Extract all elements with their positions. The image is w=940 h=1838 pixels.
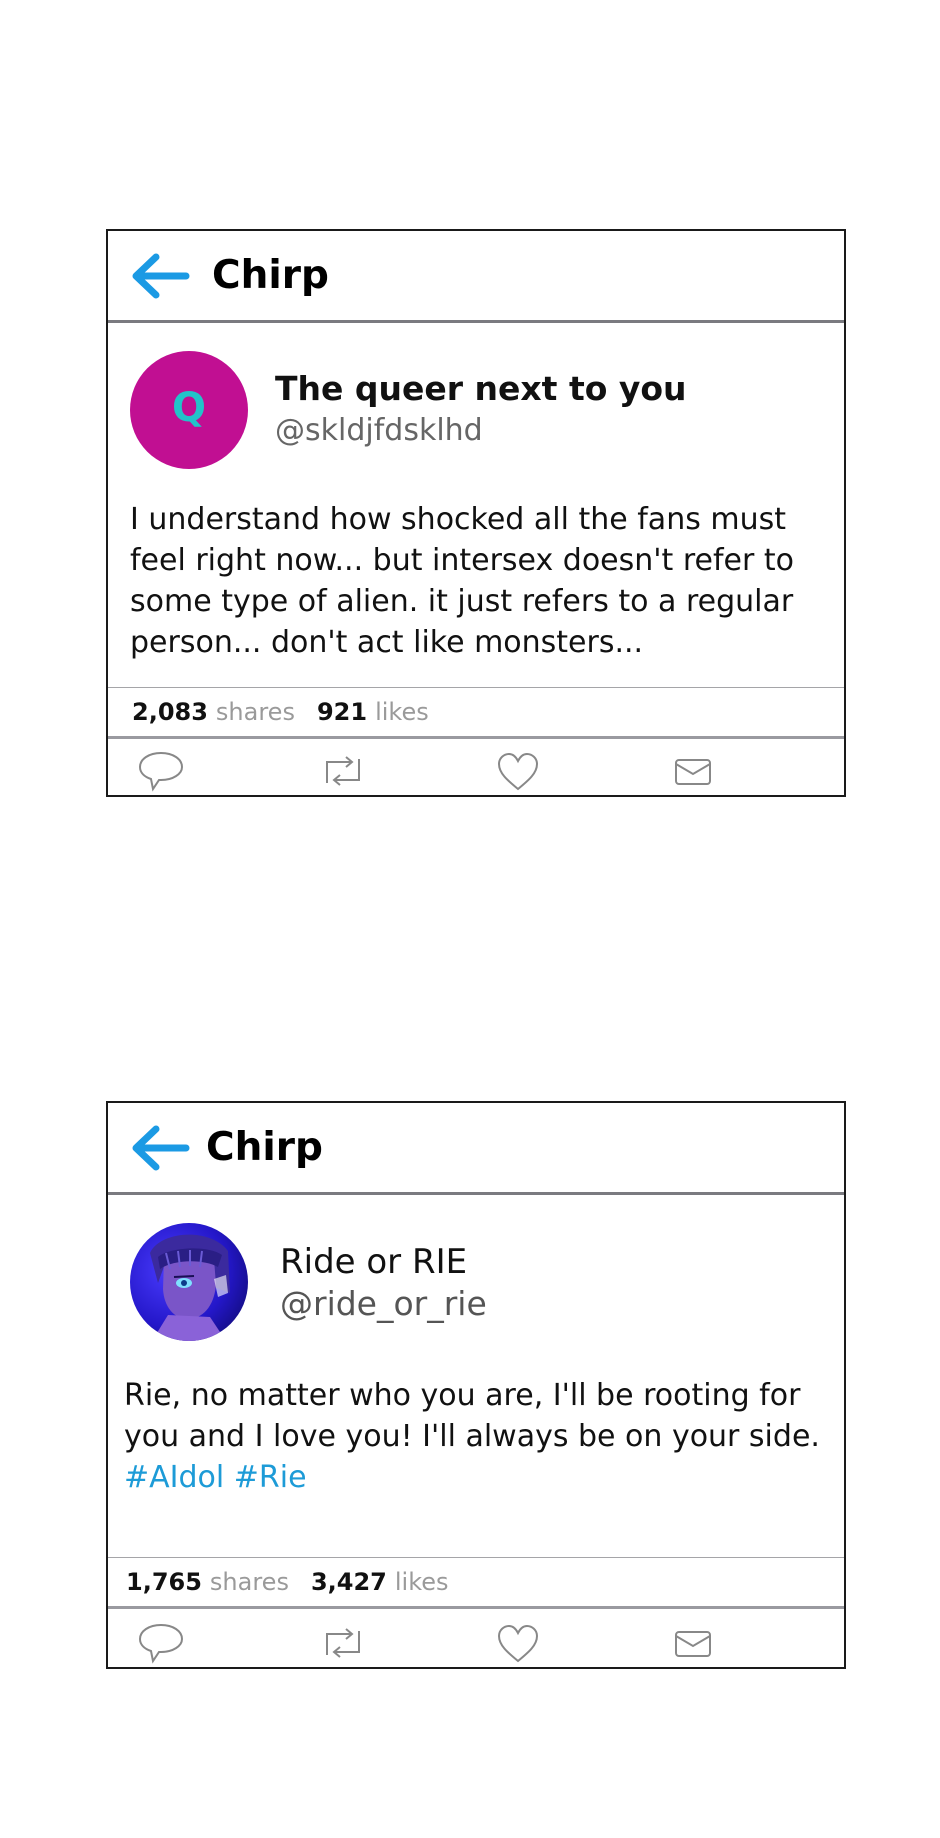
app-title: Chirp bbox=[206, 1125, 323, 1170]
post-stats: 1,765 shares 3,427 likes bbox=[108, 1557, 844, 1609]
chirp-post-card: Chirp Q The queer next to you @skldjfdsk… bbox=[106, 229, 846, 797]
author-profile: Q The queer next to you @skldjfdsklhd bbox=[108, 323, 844, 499]
post-text: Rie, no matter who you are, I'll be root… bbox=[124, 1375, 840, 1498]
likes-label: likes bbox=[375, 698, 429, 726]
display-name[interactable]: Ride or RIE bbox=[280, 1241, 487, 1283]
arrow-left-icon[interactable] bbox=[128, 1123, 190, 1173]
shares-count: 2,083 bbox=[132, 698, 208, 726]
action-bar bbox=[108, 1613, 844, 1667]
envelope-icon[interactable] bbox=[668, 749, 718, 793]
retweet-icon[interactable] bbox=[318, 1621, 368, 1665]
likes-count: 921 bbox=[316, 698, 368, 726]
post-hashtags[interactable]: #AIdol #Rie bbox=[124, 1457, 840, 1498]
chirp-post-card: Chirp Ride or RIE @ride_or_rie Rie, no m… bbox=[106, 1101, 846, 1669]
author-names: The queer next to you @skldjfdsklhd bbox=[275, 368, 687, 452]
post-header: Chirp bbox=[108, 231, 844, 323]
likes-count: 3,427 bbox=[310, 1568, 387, 1596]
arrow-left-icon[interactable] bbox=[128, 251, 190, 301]
avatar-letter-q: Q bbox=[172, 385, 206, 431]
post-header: Chirp bbox=[108, 1103, 844, 1195]
post-text: I understand how shocked all the fans mu… bbox=[130, 499, 830, 663]
user-handle[interactable]: @ride_or_rie bbox=[280, 1283, 487, 1325]
speech-bubble-icon[interactable] bbox=[136, 1621, 186, 1665]
author-names: Ride or RIE @ride_or_rie bbox=[280, 1241, 487, 1325]
post-body: I understand how shocked all the fans mu… bbox=[130, 502, 794, 660]
likes-label: likes bbox=[394, 1568, 449, 1596]
avatar[interactable]: Q bbox=[130, 351, 248, 469]
heart-icon[interactable] bbox=[493, 749, 543, 793]
user-handle[interactable]: @skldjfdsklhd bbox=[275, 410, 687, 452]
avatar-portrait-illustration bbox=[130, 1223, 248, 1341]
author-profile: Ride or RIE @ride_or_rie bbox=[108, 1195, 844, 1371]
envelope-icon[interactable] bbox=[668, 1621, 718, 1665]
action-bar bbox=[108, 741, 844, 795]
post-stats: 2,083 shares 921 likes bbox=[108, 687, 844, 739]
heart-icon[interactable] bbox=[493, 1621, 543, 1665]
post-body: Rie, no matter who you are, I'll be root… bbox=[124, 1378, 820, 1454]
speech-bubble-icon[interactable] bbox=[136, 749, 186, 793]
svg-text:Q: Q bbox=[172, 385, 206, 431]
retweet-icon[interactable] bbox=[318, 749, 368, 793]
avatar[interactable] bbox=[130, 1223, 248, 1341]
display-name[interactable]: The queer next to you bbox=[275, 368, 687, 410]
shares-label: shares bbox=[215, 698, 295, 726]
shares-count: 1,765 bbox=[126, 1568, 202, 1596]
app-title: Chirp bbox=[212, 253, 329, 298]
shares-label: shares bbox=[209, 1568, 289, 1596]
